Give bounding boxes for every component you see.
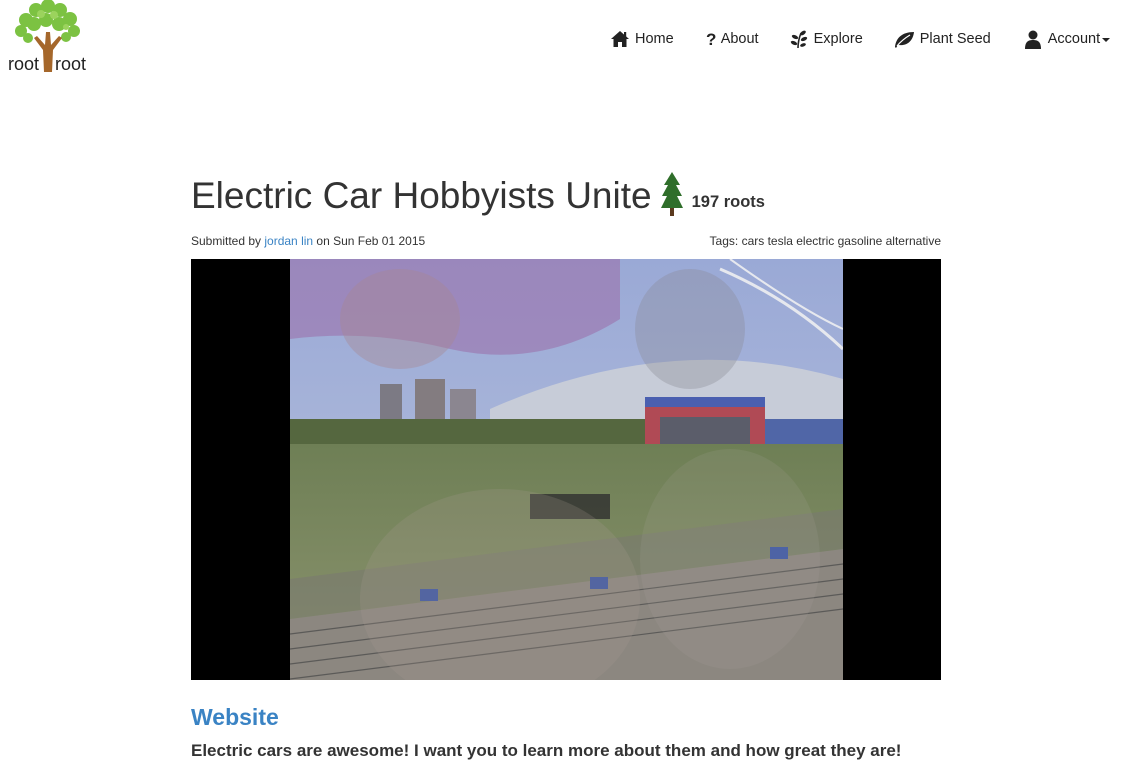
logo-word-right: root bbox=[55, 54, 87, 74]
roots-count: 197 roots bbox=[691, 193, 765, 211]
chevron-down-icon bbox=[1102, 38, 1111, 42]
post-header: Electric Car Hobbyists Unite 197 roots bbox=[191, 168, 941, 218]
svg-text:?: ? bbox=[706, 30, 716, 49]
nav-home[interactable]: Home bbox=[610, 28, 674, 50]
nav-about-label: About bbox=[720, 31, 759, 47]
nav-plant-seed[interactable]: Plant Seed bbox=[893, 28, 991, 50]
nav-home-label: Home bbox=[635, 31, 674, 47]
submitted-by-prefix: Submitted by bbox=[191, 234, 265, 248]
sprout-icon bbox=[789, 29, 809, 49]
main-nav: Home ? About Explore Plant Seed Account bbox=[610, 28, 1111, 50]
website-link[interactable]: Website bbox=[191, 704, 279, 731]
post-tags: Tags: cars tesla electric gasoline alter… bbox=[709, 234, 941, 248]
page-title: Electric Car Hobbyists Unite bbox=[191, 175, 652, 216]
author-link[interactable]: jordan lin bbox=[264, 234, 313, 248]
video-still bbox=[290, 259, 843, 680]
post-content: Electric Car Hobbyists Unite 197 roots S… bbox=[191, 168, 941, 760]
submission-date: on Sun Feb 01 2015 bbox=[313, 234, 426, 248]
nav-account-label: Account bbox=[1047, 31, 1101, 47]
nav-explore[interactable]: Explore bbox=[789, 28, 863, 50]
video-frame bbox=[290, 259, 843, 680]
nav-account-dropdown[interactable]: Account bbox=[1023, 28, 1111, 50]
home-icon bbox=[610, 29, 630, 49]
pine-tree-icon bbox=[660, 172, 683, 216]
video-player[interactable] bbox=[191, 259, 941, 680]
question-icon: ? bbox=[704, 29, 718, 49]
site-logo[interactable]: root root bbox=[6, 0, 92, 76]
submission-info: Submitted by jordan lin on Sun Feb 01 20… bbox=[191, 234, 425, 248]
nav-explore-label: Explore bbox=[813, 31, 863, 47]
logo-word-left: root bbox=[8, 54, 40, 74]
user-icon bbox=[1023, 29, 1043, 49]
leaf-icon bbox=[893, 29, 915, 49]
nav-about[interactable]: ? About bbox=[704, 28, 759, 50]
page: root root Home ? About Explore Plant See… bbox=[0, 0, 1141, 775]
nav-plant-seed-label: Plant Seed bbox=[919, 31, 991, 47]
post-description: Electric cars are awesome! I want you to… bbox=[191, 741, 902, 760]
